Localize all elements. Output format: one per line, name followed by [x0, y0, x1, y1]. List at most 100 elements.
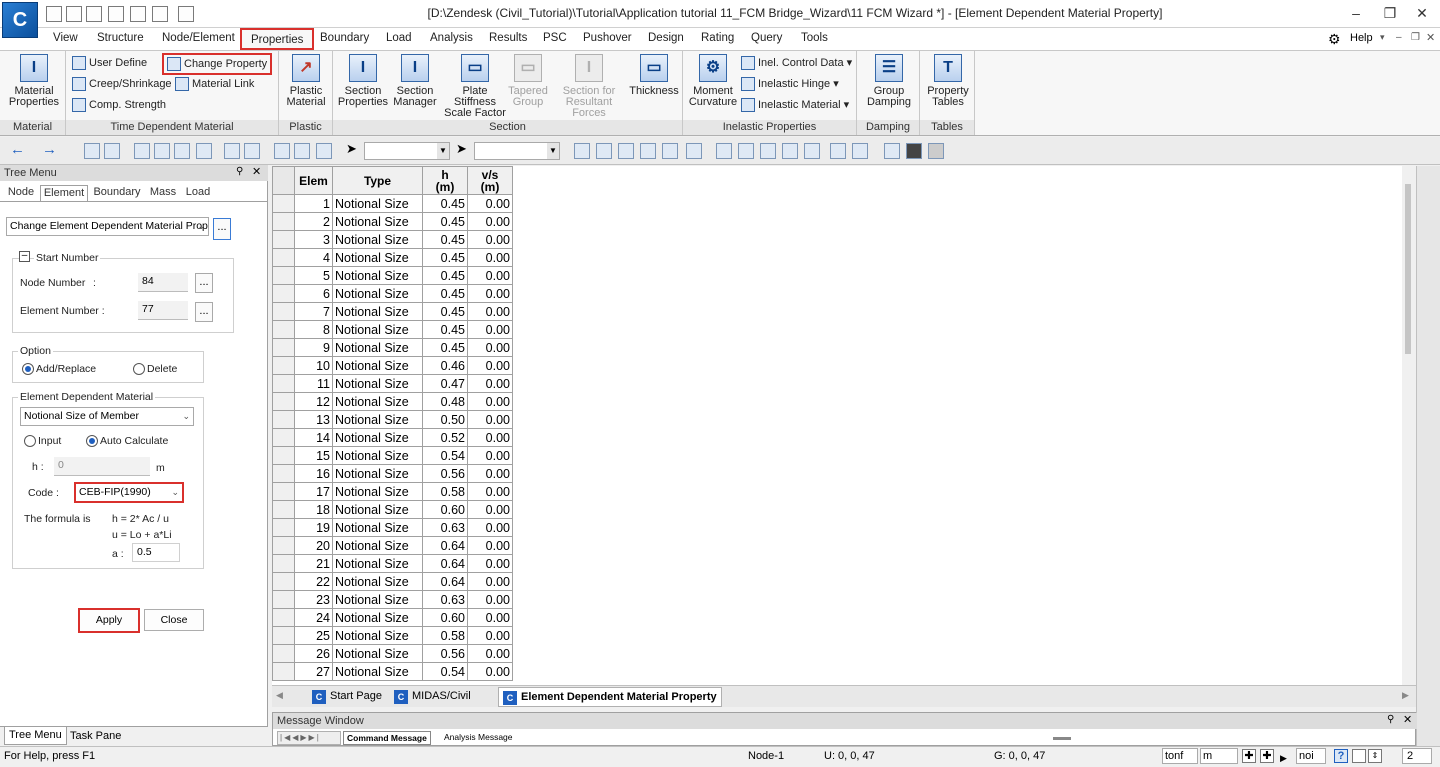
inel-control-data-button[interactable]: Inel. Control Data ▾: [741, 54, 852, 72]
table-row[interactable]: 14 Notional Size 0.52 0.00: [272, 428, 513, 447]
app-logo[interactable]: C: [2, 2, 38, 38]
cell-vs[interactable]: 0.00: [467, 518, 513, 537]
cell-vs[interactable]: 0.00: [467, 410, 513, 429]
row-header[interactable]: [272, 230, 295, 249]
table-row[interactable]: 24 Notional Size 0.60 0.00: [272, 608, 513, 627]
save-icon[interactable]: [108, 6, 124, 22]
table-row[interactable]: 15 Notional Size 0.54 0.00: [272, 446, 513, 465]
cell-type[interactable]: Notional Size: [332, 374, 423, 393]
cell-vs[interactable]: 0.00: [467, 590, 513, 609]
customize-quick-access-icon[interactable]: [178, 6, 194, 22]
tab-properties[interactable]: Properties: [240, 28, 315, 50]
cell-elem[interactable]: 3: [294, 230, 333, 249]
cell-elem[interactable]: 23: [294, 590, 333, 609]
toolbar-tool-icon[interactable]: [224, 143, 240, 159]
tab-results[interactable]: Results: [480, 28, 536, 50]
selection-dropdown[interactable]: ▼: [364, 142, 450, 160]
lock-icon[interactable]: [928, 143, 944, 159]
cell-type[interactable]: Notional Size: [332, 590, 423, 609]
table-row[interactable]: 18 Notional Size 0.60 0.00: [272, 500, 513, 519]
tab-edm-property[interactable]: C Element Dependent Material Property: [498, 687, 722, 707]
toolbar-tool-icon[interactable]: [716, 143, 732, 159]
cell-type[interactable]: Notional Size: [332, 626, 423, 645]
cell-type[interactable]: Notional Size: [332, 410, 423, 429]
cell-vs[interactable]: 0.00: [467, 536, 513, 555]
cell-elem[interactable]: 25: [294, 626, 333, 645]
edm-type-select[interactable]: Notional Size of Member ⌄: [20, 407, 194, 426]
cell-elem[interactable]: 12: [294, 392, 333, 411]
table-row[interactable]: 9 Notional Size 0.45 0.00: [272, 338, 513, 357]
table-row[interactable]: 19 Notional Size 0.63 0.00: [272, 518, 513, 537]
table-row[interactable]: 27 Notional Size 0.54 0.00: [272, 662, 513, 681]
a-input[interactable]: 0.5: [132, 543, 180, 562]
row-header[interactable]: [272, 572, 295, 591]
cell-type[interactable]: Notional Size: [332, 536, 423, 555]
cell-h[interactable]: 0.64: [422, 554, 468, 573]
tab-design[interactable]: Design: [639, 28, 693, 50]
cell-h[interactable]: 0.64: [422, 572, 468, 591]
cell-h[interactable]: 0.45: [422, 302, 468, 321]
cell-type[interactable]: Notional Size: [332, 662, 423, 681]
cell-vs[interactable]: 0.00: [467, 608, 513, 627]
toolbar-tool-icon[interactable]: [596, 143, 612, 159]
cell-type[interactable]: Notional Size: [332, 464, 423, 483]
table-row[interactable]: 3 Notional Size 0.45 0.00: [272, 230, 513, 249]
cell-elem[interactable]: 20: [294, 536, 333, 555]
row-header[interactable]: [272, 500, 295, 519]
cell-elem[interactable]: 14: [294, 428, 333, 447]
pointer-icon[interactable]: ➤: [456, 141, 467, 157]
force-unit-select[interactable]: tonf: [1162, 748, 1198, 764]
cell-vs[interactable]: 0.00: [467, 356, 513, 375]
tab-task-pane[interactable]: Task Pane: [70, 727, 121, 745]
forward-arrow-icon[interactable]: →: [42, 141, 57, 158]
cell-h[interactable]: 0.45: [422, 230, 468, 249]
cell-vs[interactable]: 0.00: [467, 626, 513, 645]
col-header-vs[interactable]: v/s (m): [467, 166, 513, 195]
property-tables-button[interactable]: T Property Tables: [924, 54, 972, 108]
tab-tools[interactable]: Tools: [792, 28, 837, 50]
toolbar-tool-icon[interactable]: [760, 143, 776, 159]
row-header[interactable]: [272, 626, 295, 645]
cell-elem[interactable]: 26: [294, 644, 333, 663]
row-header[interactable]: [272, 536, 295, 555]
row-header[interactable]: [272, 410, 295, 429]
cell-h[interactable]: 0.45: [422, 212, 468, 231]
plate-stiffness-button[interactable]: ▭ Plate Stiffness Scale Factor: [443, 54, 507, 119]
toolbar-tool-icon[interactable]: [196, 143, 212, 159]
cell-elem[interactable]: 2: [294, 212, 333, 231]
comp-strength-button[interactable]: Comp. Strength: [72, 96, 166, 114]
row-header[interactable]: [272, 644, 295, 663]
table-row[interactable]: 17 Notional Size 0.58 0.00: [272, 482, 513, 501]
cell-elem[interactable]: 5: [294, 266, 333, 285]
tab-analysis-message[interactable]: Analysis Message: [441, 731, 516, 745]
help-icon[interactable]: ?: [1334, 749, 1348, 763]
cell-vs[interactable]: 0.00: [467, 284, 513, 303]
cell-h[interactable]: 0.60: [422, 608, 468, 627]
table-row[interactable]: 26 Notional Size 0.56 0.00: [272, 644, 513, 663]
undo-icon[interactable]: [152, 6, 168, 22]
cell-elem[interactable]: 21: [294, 554, 333, 573]
code-select[interactable]: CEB-FIP(1990) ⌄: [74, 482, 184, 503]
toolbar-tool-icon[interactable]: [640, 143, 656, 159]
chevron-down-icon[interactable]: ▾: [1380, 32, 1385, 43]
tab-tree-menu[interactable]: Tree Menu: [4, 727, 67, 745]
cell-h[interactable]: 0.50: [422, 410, 468, 429]
row-header[interactable]: [272, 446, 295, 465]
cell-vs[interactable]: 0.00: [467, 266, 513, 285]
toolbar-tool-icon[interactable]: [618, 143, 634, 159]
cell-elem[interactable]: 17: [294, 482, 333, 501]
pin-icon[interactable]: ⚲: [1387, 714, 1394, 725]
delete-radio[interactable]: [133, 363, 145, 375]
row-header[interactable]: [272, 662, 295, 681]
cell-h[interactable]: 0.54: [422, 446, 468, 465]
cell-h[interactable]: 0.54: [422, 662, 468, 681]
tab-structure[interactable]: Structure: [88, 28, 153, 50]
table-row[interactable]: 2 Notional Size 0.45 0.00: [272, 212, 513, 231]
new-file-icon[interactable]: [46, 6, 62, 22]
snap-icon[interactable]: ✚: [1242, 749, 1256, 763]
tab-scroll-right-icon[interactable]: ▶: [1402, 690, 1409, 701]
corner-cell[interactable]: [272, 166, 295, 195]
cell-type[interactable]: Notional Size: [332, 194, 423, 213]
material-properties-button[interactable]: I Material Properties: [8, 54, 60, 108]
cell-elem[interactable]: 8: [294, 320, 333, 339]
